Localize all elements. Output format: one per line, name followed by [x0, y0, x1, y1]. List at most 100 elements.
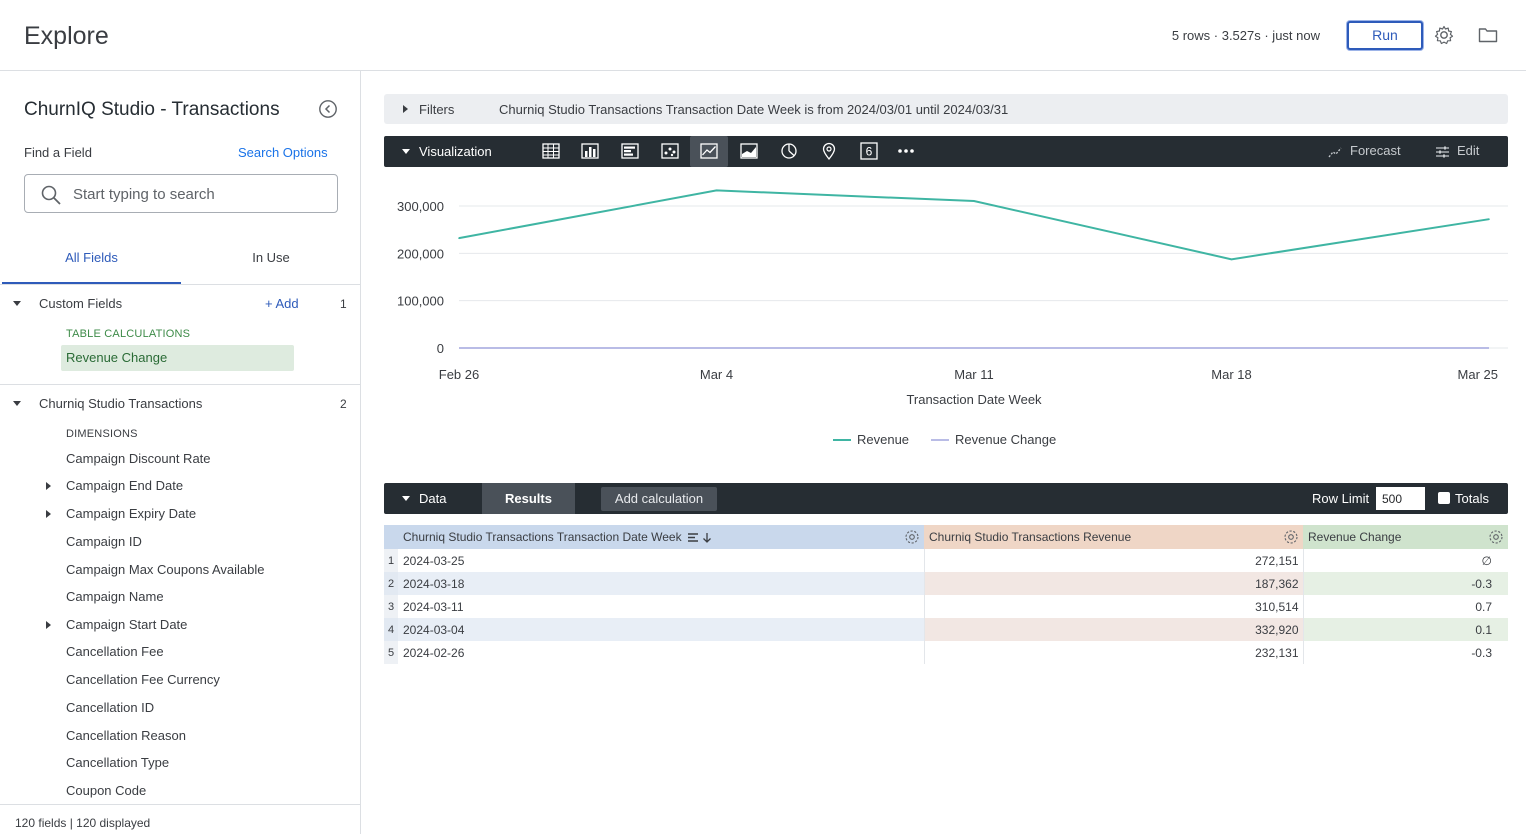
column-gear-icon[interactable] — [1283, 529, 1299, 545]
expand-caret-icon[interactable] — [13, 401, 21, 406]
row-index: 2 — [384, 572, 398, 595]
column-header-date-week[interactable]: Churniq Studio Transactions Transaction … — [398, 525, 924, 549]
field-item[interactable]: Campaign Max Coupons Available — [66, 562, 265, 577]
search-icon — [41, 185, 61, 205]
custom-fields-group[interactable]: Custom Fields — [39, 296, 122, 311]
column-header-label[interactable]: Churniq Studio Transactions Revenue — [929, 530, 1131, 544]
table-row: 3 2024-03-11 310,514 0.7 — [384, 595, 1508, 618]
field-item[interactable]: Cancellation Type — [66, 755, 169, 770]
table-cell[interactable]: -0.3 — [1303, 641, 1508, 664]
table-cell[interactable]: 310,514 — [924, 595, 1304, 618]
table-cell[interactable]: 232,131 — [924, 641, 1304, 664]
visualization-label[interactable]: Visualization — [419, 144, 492, 159]
folder-icon[interactable] — [1477, 24, 1499, 46]
run-status: 5 rows · 3.527s · just now — [1171, 28, 1320, 43]
filters-label[interactable]: Filters — [419, 102, 454, 117]
table-cell[interactable]: 2024-02-26 — [398, 641, 925, 664]
expand-caret-icon[interactable] — [46, 510, 51, 518]
search-options-link[interactable]: Search Options — [238, 145, 328, 160]
field-item[interactable]: Campaign ID — [66, 534, 142, 549]
table-cell[interactable]: 2024-03-11 — [398, 595, 925, 618]
field-search-box[interactable] — [24, 174, 338, 213]
expand-caret-icon[interactable] — [46, 621, 51, 629]
table-row: 1 2024-03-25 272,151 ∅ — [384, 549, 1508, 572]
line-chart-active-tab[interactable] — [690, 136, 728, 167]
sort-descending-icon[interactable] — [702, 532, 712, 543]
field-revenue-change[interactable]: Revenue Change — [61, 345, 294, 371]
gear-icon[interactable] — [1433, 24, 1455, 46]
table-cell[interactable]: 0.1 — [1303, 618, 1508, 641]
table-cell[interactable]: 272,151 — [924, 549, 1304, 572]
column-icon[interactable] — [579, 140, 601, 162]
find-field-label: Find a Field — [24, 145, 92, 160]
add-custom-field-button[interactable]: + Add — [265, 296, 299, 311]
tab-in-use[interactable]: In Use — [181, 241, 361, 285]
run-button[interactable]: Run — [1347, 21, 1423, 50]
column-header-label[interactable]: Churniq Studio Transactions Transaction … — [403, 530, 682, 544]
table-row: 4 2024-03-04 332,920 0.1 — [384, 618, 1508, 641]
field-item[interactable]: Campaign End Date — [66, 478, 183, 493]
legend-revenue[interactable]: Revenue — [857, 432, 909, 447]
column-header-revenue[interactable]: Churniq Studio Transactions Revenue — [924, 525, 1303, 549]
collapse-data-caret-icon[interactable] — [402, 496, 410, 501]
field-item[interactable]: Cancellation Fee Currency — [66, 672, 220, 687]
expand-filters-caret-icon[interactable] — [403, 105, 408, 113]
table-row: 5 2024-02-26 232,131 -0.3 — [384, 641, 1508, 664]
field-item[interactable]: Campaign Name — [66, 589, 164, 604]
column-gear-icon[interactable] — [904, 529, 920, 545]
filters-bar[interactable]: Filters Churniq Studio Transactions Tran… — [384, 94, 1508, 124]
single-value-icon[interactable]: 6 — [858, 140, 880, 162]
y-tick-label: 0 — [437, 341, 444, 356]
filters-description: Churniq Studio Transactions Transaction … — [499, 102, 1009, 117]
column-gear-icon[interactable] — [1488, 529, 1504, 545]
y-tick-label: 300,000 — [397, 199, 444, 214]
collapse-viz-caret-icon[interactable] — [402, 149, 410, 154]
field-item[interactable]: Cancellation Fee — [66, 644, 164, 659]
add-calculation-button[interactable]: Add calculation — [601, 487, 717, 511]
field-item[interactable]: Cancellation ID — [66, 700, 154, 715]
pivot-icon[interactable] — [687, 532, 699, 543]
table-icon[interactable] — [540, 140, 562, 162]
table-cell[interactable]: -0.3 — [1303, 572, 1508, 595]
table-cell[interactable]: 2024-03-25 — [398, 549, 925, 572]
area-icon[interactable] — [738, 140, 760, 162]
more-icon[interactable] — [895, 140, 917, 162]
scatter-icon[interactable] — [659, 140, 681, 162]
expand-caret-icon[interactable] — [13, 301, 21, 306]
expand-caret-icon[interactable] — [46, 482, 51, 490]
row-limit-input[interactable] — [1376, 487, 1425, 510]
bar-icon[interactable] — [619, 140, 641, 162]
totals-checkbox[interactable] — [1438, 492, 1450, 504]
collapse-sidebar-icon[interactable] — [318, 99, 338, 119]
column-header-label[interactable]: Revenue Change — [1308, 530, 1401, 544]
line-icon[interactable] — [690, 136, 728, 167]
x-tick-label: Mar 18 — [1211, 367, 1251, 382]
table-cell[interactable]: 2024-03-04 — [398, 618, 925, 641]
tab-results[interactable]: Results — [482, 483, 575, 514]
table-cell[interactable]: 187,362 — [924, 572, 1304, 595]
svg-text:6: 6 — [866, 145, 873, 159]
table-cell[interactable]: 0.7 — [1303, 595, 1508, 618]
map-pin-icon[interactable] — [818, 140, 840, 162]
field-item[interactable]: Campaign Start Date — [66, 617, 187, 632]
table-cell[interactable]: 2024-03-18 — [398, 572, 925, 595]
field-picker-sidebar: ChurnIQ Studio - Transactions Find a Fie… — [0, 71, 361, 834]
field-item[interactable]: Campaign Discount Rate — [66, 451, 211, 466]
data-point-revenue — [1488, 218, 1490, 220]
field-item[interactable]: Cancellation Reason — [66, 728, 186, 743]
x-tick-label: Mar 11 — [954, 367, 994, 382]
data-label[interactable]: Data — [419, 491, 446, 506]
search-input[interactable] — [73, 183, 323, 205]
tab-all-fields[interactable]: All Fields — [2, 241, 181, 285]
view-group-churniq-studio-transactions[interactable]: Churniq Studio Transactions — [39, 396, 202, 411]
field-item[interactable]: Campaign Expiry Date — [66, 506, 196, 521]
column-header-revenue-change[interactable]: Revenue Change — [1303, 525, 1508, 549]
table-cell[interactable]: ∅ — [1303, 549, 1508, 572]
legend-revenue-change[interactable]: Revenue Change — [955, 432, 1056, 447]
edit-visualization-button[interactable]: Edit — [1457, 143, 1479, 158]
pie-icon[interactable] — [778, 140, 800, 162]
forecast-button[interactable]: Forecast — [1350, 143, 1401, 158]
totals-label[interactable]: Totals — [1455, 491, 1489, 506]
table-cell[interactable]: 332,920 — [924, 618, 1304, 641]
field-item[interactable]: Coupon Code — [66, 783, 146, 798]
